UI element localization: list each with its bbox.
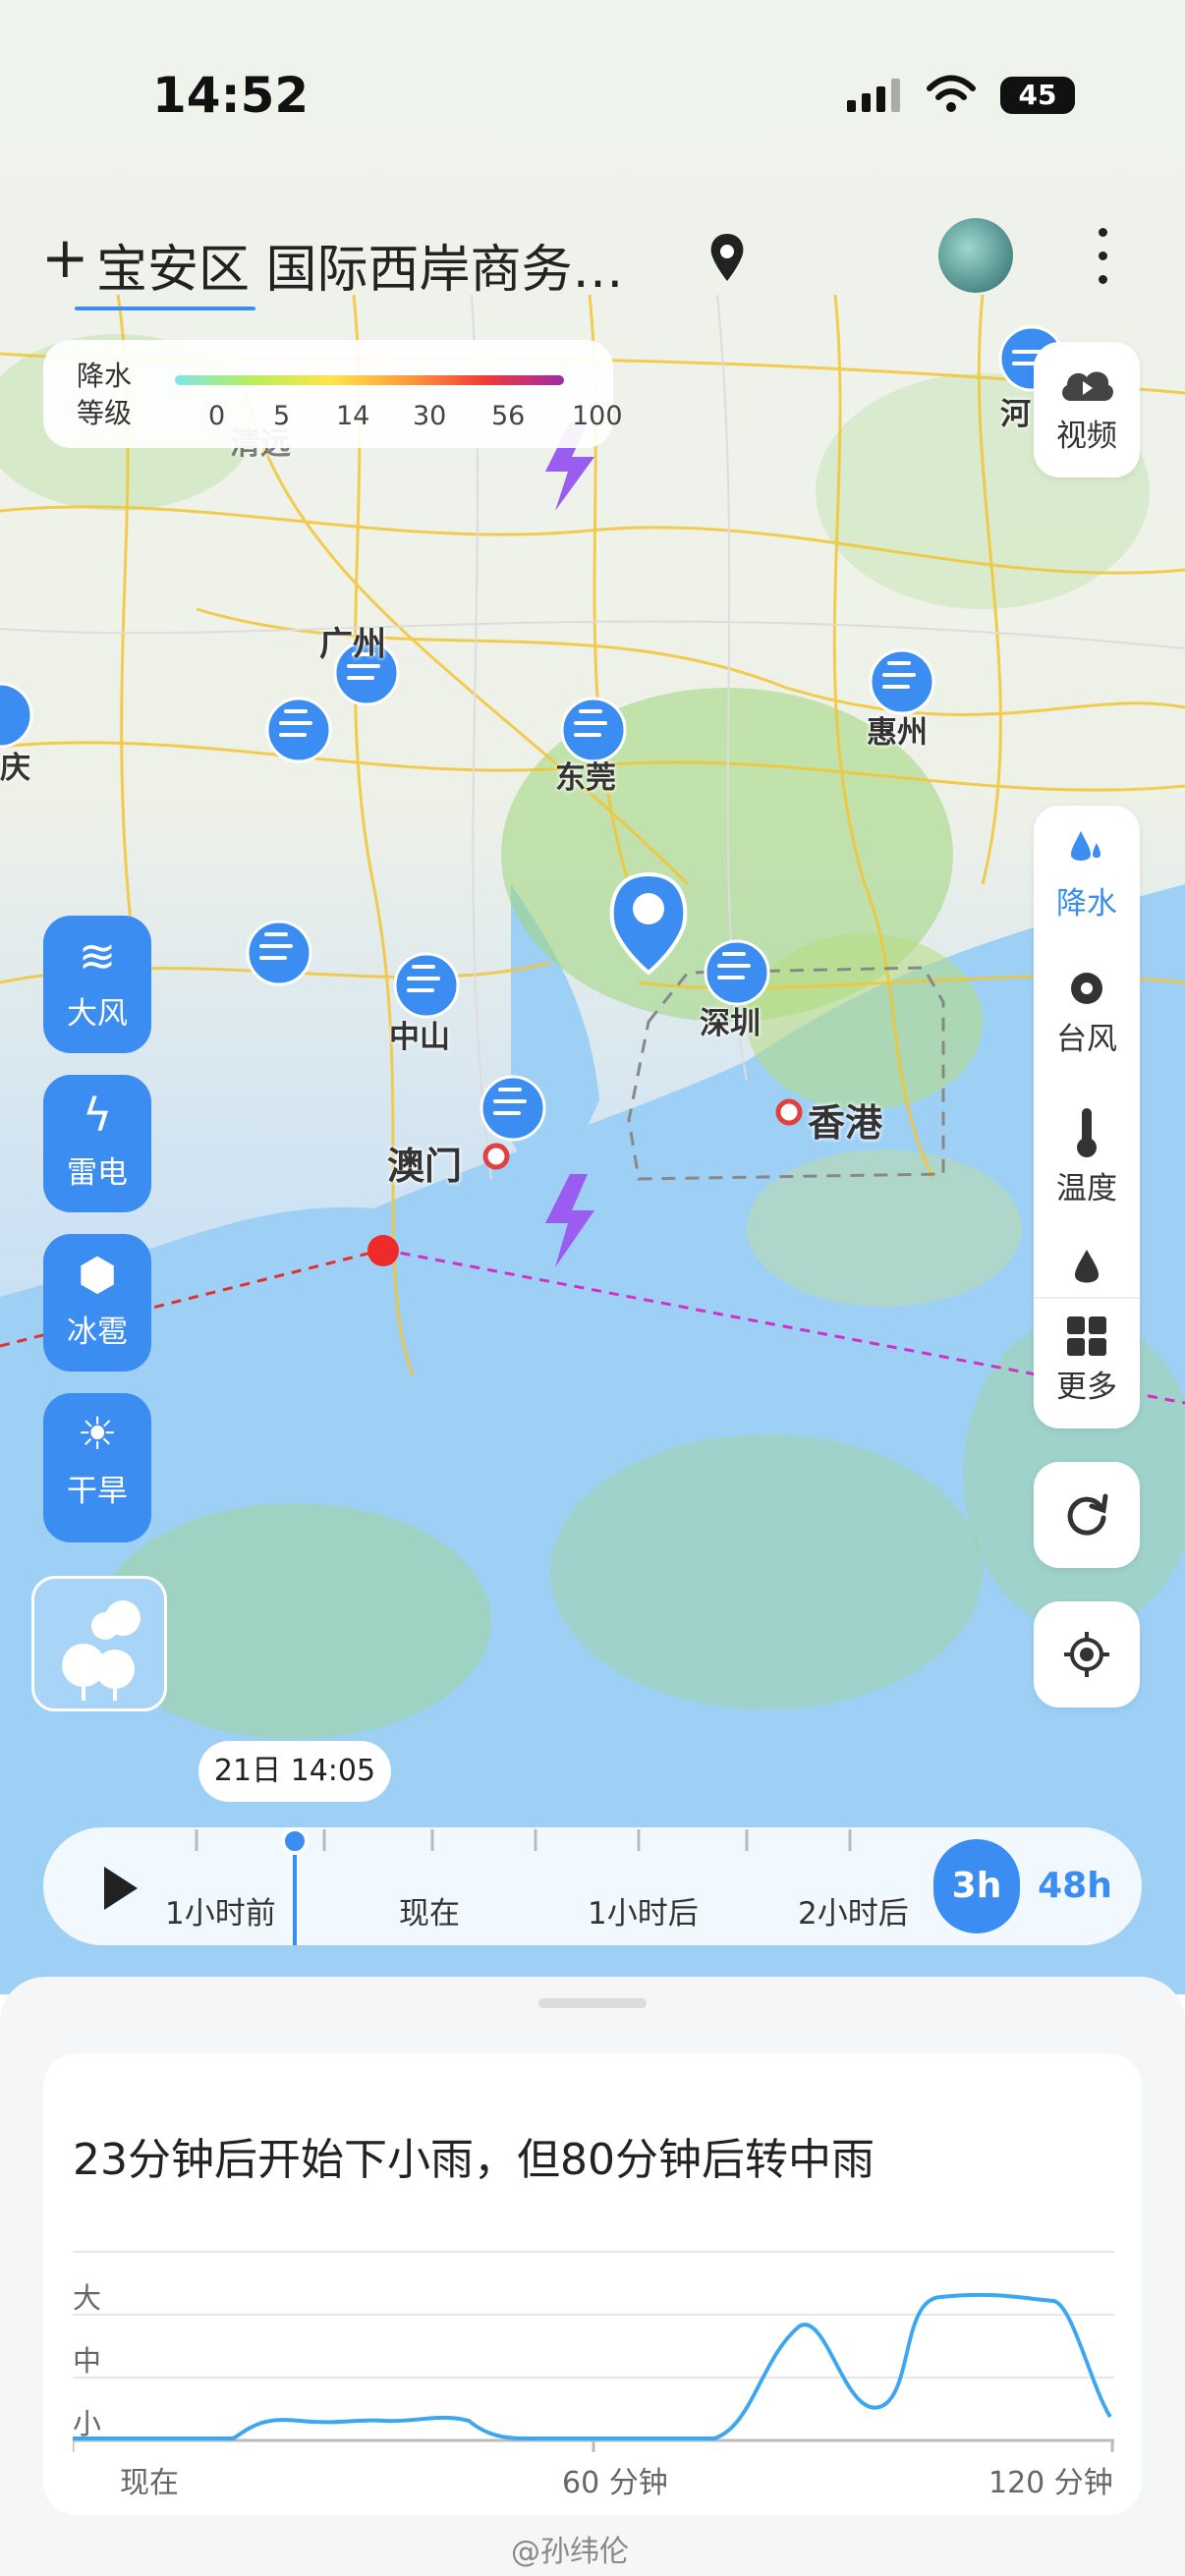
watermark: @孙纬伦	[511, 2535, 629, 2569]
lightning-icon: ϟ	[82, 1089, 113, 1142]
city-label-huizhou: 惠州	[867, 715, 928, 751]
grid-icon	[1067, 1316, 1106, 1356]
tick-2h-after: 2小时后	[798, 1896, 909, 1932]
legend-level: 100	[572, 401, 623, 431]
layer-more-label: 更多	[1056, 1370, 1117, 1405]
time-bubble: 21日 14:05	[198, 1741, 391, 1802]
refresh-button[interactable]	[1034, 1462, 1140, 1568]
cloud-play-icon	[1062, 371, 1113, 401]
video-button[interactable]: 视频	[1034, 342, 1140, 477]
legend-level: 14	[336, 401, 370, 431]
y-label-medium: 中	[73, 2344, 102, 2378]
x-label-60: 60 分钟	[562, 2466, 668, 2500]
drought-icon: ☀	[77, 1407, 118, 1460]
hail-icon: ⬢	[77, 1248, 118, 1301]
drought-button[interactable]: ☀ 干旱	[43, 1393, 151, 1542]
weather-thumbnail[interactable]	[31, 1576, 167, 1711]
city-label-he: 河	[1000, 397, 1031, 432]
title-underline	[75, 307, 255, 310]
layer-precip[interactable]: 降水	[1034, 827, 1140, 923]
x-label-now: 现在	[120, 2466, 179, 2500]
location-pin-icon	[710, 234, 744, 281]
typhoon-icon	[1071, 973, 1102, 1004]
wifi-icon	[927, 75, 976, 112]
locate-button[interactable]	[1034, 1601, 1140, 1708]
y-label-heavy: 大	[73, 2281, 102, 2315]
layer-temperature-label: 温度	[1056, 1171, 1117, 1206]
battery-indicator: 45	[1000, 77, 1075, 114]
layer-temperature[interactable]: 温度	[1034, 1106, 1140, 1207]
legend-level: 56	[491, 401, 526, 431]
legend-level: 0	[208, 401, 226, 431]
hail-label: 冰雹	[67, 1315, 128, 1350]
city-label-shenzhen: 深圳	[700, 1006, 761, 1041]
x-label-120: 120 分钟	[988, 2466, 1113, 2500]
precip-chart	[73, 2251, 1114, 2452]
more-menu-icon[interactable]	[1099, 228, 1108, 299]
layer-typhoon[interactable]: 台风	[1034, 967, 1140, 1058]
lightning-label: 雷电	[67, 1155, 128, 1191]
tick-1h-before: 1小时前	[165, 1896, 276, 1932]
play-icon[interactable]	[94, 1859, 143, 1918]
y-label-light: 小	[73, 2407, 102, 2440]
status-time: 14:52	[152, 67, 310, 124]
legend-title-2: 等级	[77, 397, 133, 429]
tick-now: 现在	[399, 1896, 460, 1932]
thermometer-icon	[1077, 1108, 1097, 1157]
drought-label: 干旱	[67, 1474, 128, 1509]
wind-label: 大风	[67, 996, 128, 1032]
trees-cloud-icon	[62, 1600, 141, 1701]
video-label: 视频	[1056, 419, 1117, 454]
legend-title-1: 降水	[77, 360, 133, 392]
refresh-icon	[1067, 1493, 1108, 1536]
add-location-button[interactable]: +	[41, 224, 89, 291]
mode-3h-button[interactable]: 3h	[933, 1839, 1020, 1933]
status-bar: 14:52 45	[0, 0, 1185, 147]
crosshair-icon	[1064, 1632, 1109, 1677]
tick-1h-after: 1小时后	[588, 1896, 699, 1932]
layer-panel: 降水 台风 温度 更多	[1034, 806, 1140, 1428]
hail-button[interactable]: ⬢ 冰雹	[43, 1234, 151, 1372]
city-label-guangzhou: 广州	[319, 625, 386, 664]
legend-level: 5	[273, 401, 291, 431]
wind-icon: ≋	[78, 929, 117, 982]
forecast-summary: 23分钟后开始下小雨，但80分钟后转中雨	[73, 2135, 875, 2185]
sheet-handle[interactable]	[538, 1998, 647, 2008]
legend-level: 30	[413, 401, 447, 431]
location-title[interactable]: 宝安区 国际西岸商务…	[96, 228, 624, 302]
wind-button[interactable]: ≋ 大风	[43, 916, 151, 1053]
city-label-zhongshan: 中山	[389, 1020, 450, 1055]
raindrop-icon	[1071, 831, 1100, 861]
signal-icon	[847, 79, 900, 112]
legend-color-bar	[175, 375, 564, 385]
lightning-button[interactable]: ϟ 雷电	[43, 1075, 151, 1212]
city-label-dongguan: 东莞	[555, 760, 616, 796]
city-label-hongkong: 香港	[808, 1101, 883, 1145]
layer-typhoon-label: 台风	[1056, 1022, 1117, 1057]
mode-48h-button[interactable]: 48h	[1026, 1839, 1124, 1933]
city-label-macau: 澳门	[387, 1145, 463, 1188]
avatar[interactable]	[938, 218, 1013, 293]
precipitation-legend: 降水等级 0 5 14 30 56 100	[43, 340, 623, 448]
layer-precip-label: 降水	[1056, 886, 1117, 922]
layer-more[interactable]: 更多	[1034, 1315, 1140, 1406]
humidity-icon[interactable]	[1069, 1246, 1104, 1285]
city-label-qing: 庆	[0, 751, 30, 786]
